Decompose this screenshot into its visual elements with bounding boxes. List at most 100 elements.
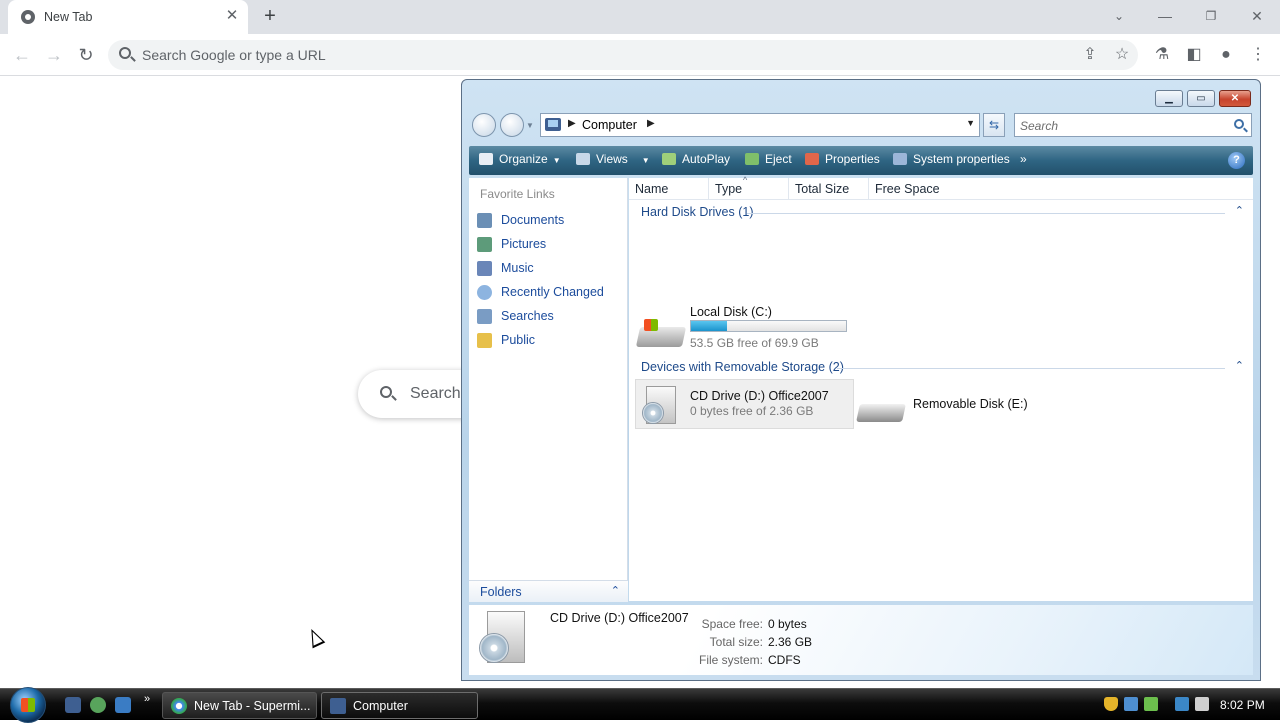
help-icon[interactable]: ? [1228,152,1245,169]
star-icon[interactable]: ☆ [1109,42,1135,68]
collapse-chevron-icon[interactable]: ⌃ [1235,204,1244,217]
nav-item-music[interactable]: Music [473,259,623,279]
hard-disk-icon [635,319,687,349]
more-commands-button[interactable]: » [1020,152,1027,166]
explorer-minimize-button[interactable]: ▁ [1155,90,1183,107]
public-folder-icon [477,333,492,348]
group-header-hard-disk[interactable]: Hard Disk Drives (1) [641,205,754,219]
more-menu-icon[interactable]: ⋮ [1245,42,1271,68]
drive-c-name[interactable]: Local Disk (C:) [690,305,772,319]
drive-c-detail: 53.5 GB free of 69.9 GB [690,336,819,350]
explorer-maximize-button[interactable]: ▭ [1187,90,1215,107]
address-bar[interactable]: ▶ Computer ▶ ▼ [540,113,980,137]
properties-button[interactable]: Properties [805,152,880,166]
column-header-row: Name ^ Type Total Size Free Space [629,175,1253,200]
ntp-search-placeholder: Search [410,385,461,402]
close-window-icon[interactable]: ✕ [1237,4,1277,28]
taskbar: » New Tab - Supermi... Computer 8:02 PM [0,687,1280,723]
details-pane: CD Drive (D:) Office2007 Space free: 0 b… [469,605,1253,675]
nav-item-searches[interactable]: Searches [473,307,623,327]
chevron-up-icon: ⌃ [610,585,620,597]
computer-icon [330,698,346,714]
clock[interactable]: 8:02 PM [1220,698,1265,712]
group-header-removable[interactable]: Devices with Removable Storage (2) [641,360,844,374]
tab-close-icon[interactable]: ✕ [224,8,240,24]
reload-icon[interactable]: ↻ [73,42,99,68]
drive-d-item[interactable]: CD Drive (D:) Office2007 0 bytes free of… [635,379,854,429]
back-arrow-icon[interactable]: ← [9,42,35,68]
ie-icon[interactable] [90,697,106,713]
folders-label: Folders [480,585,522,599]
address-location[interactable]: Computer [582,118,637,132]
total-size-value: 2.36 GB [768,635,813,649]
recent-pages-chevron-icon[interactable]: ▼ [526,121,534,130]
network-status-icon[interactable] [1175,697,1189,711]
file-list: Name ^ Type Total Size Free Space Hard Di… [629,175,1253,601]
removable-disk-icon[interactable] [856,400,906,424]
switch-windows-icon[interactable] [115,697,131,713]
breadcrumb-arrow-icon[interactable]: ▶ [647,118,655,129]
minimize-icon[interactable]: — [1145,4,1185,28]
drive-e-name[interactable]: Removable Disk (E:) [913,397,1028,411]
drive-c-capacity-fill [691,321,728,331]
pictures-icon [477,237,492,252]
new-tab-button[interactable]: + [258,5,282,29]
system-properties-button[interactable]: System properties [893,152,1010,166]
organize-button[interactable]: Organize ▼ [479,152,561,166]
forward-button[interactable] [500,113,524,137]
column-name[interactable]: Name [629,178,709,200]
group-divider [837,368,1225,369]
column-free-space[interactable]: Free Space [869,178,949,200]
breadcrumb-arrow-icon[interactable]: ▶ [568,118,576,129]
restore-icon[interactable]: ❐ [1191,4,1231,28]
ntp-search-icon [380,386,392,398]
autoplay-icon [662,153,676,165]
nav-item-public[interactable]: Public [473,331,623,351]
share-icon[interactable]: ⇪ [1077,42,1103,68]
show-desktop-icon[interactable] [65,697,81,713]
eject-button[interactable]: Eject [745,152,792,166]
sort-indicator-icon: ^ [743,175,748,185]
autoplay-button[interactable]: AutoPlay [662,152,730,166]
profile-icon[interactable]: ● [1213,42,1239,68]
system-properties-icon [893,153,907,165]
refresh-button[interactable]: ⇆ [983,113,1005,137]
nav-item-recently-changed[interactable]: Recently Changed [473,283,623,303]
explorer-window: ▁ ▭ ✕ ▼ ▶ Computer ▶ ▼ ⇆ Search Organize… [461,79,1261,681]
security-shield-icon[interactable] [1104,697,1118,711]
start-orb-icon[interactable] [10,687,46,723]
taskbar-button-chrome[interactable]: New Tab - Supermi... [162,692,317,719]
explorer-search-placeholder: Search [1020,119,1059,133]
drive-c-capacity-bar [690,320,847,332]
update-icon[interactable] [1144,697,1158,711]
search-icon[interactable] [1234,119,1244,129]
explorer-close-button[interactable]: ✕ [1219,90,1251,107]
explorer-search-input[interactable]: Search [1014,113,1252,137]
organize-icon [479,153,493,165]
back-button[interactable] [472,113,496,137]
views-button[interactable]: Views ▼ [576,152,650,166]
cd-drive-large-icon [479,611,531,667]
omnibox[interactable]: Search Google or type a URL [108,40,1138,70]
nav-item-documents[interactable]: Documents [473,211,623,231]
mouse-cursor-icon [305,626,326,649]
column-type[interactable]: ^ Type [709,175,789,200]
tab-new-tab[interactable]: New Tab ✕ [8,0,248,34]
nav-item-pictures[interactable]: Pictures [473,235,623,255]
tab-search-chevron-icon[interactable]: ⌄ [1099,4,1139,28]
network-icon[interactable] [1124,697,1138,711]
column-total-size[interactable]: Total Size [789,178,869,200]
folders-toggle[interactable]: Folders ⌃ [469,580,628,602]
taskbar-button-computer[interactable]: Computer [321,692,478,719]
forward-arrow-icon[interactable]: → [41,42,67,68]
properties-icon [805,153,819,165]
address-dropdown-icon[interactable]: ▼ [966,118,975,128]
eject-icon [745,153,759,165]
command-bar: Organize ▼ Views ▼ AutoPlay Eject Properti… [469,146,1253,175]
quick-launch-more-icon[interactable]: » [144,693,150,705]
volume-muted-icon[interactable] [1195,697,1209,711]
side-panel-icon[interactable]: ◧ [1181,42,1207,68]
extensions-icon[interactable]: ⚗ [1149,42,1175,68]
collapse-chevron-icon[interactable]: ⌃ [1235,359,1244,372]
file-system-label: File system: [698,653,763,667]
